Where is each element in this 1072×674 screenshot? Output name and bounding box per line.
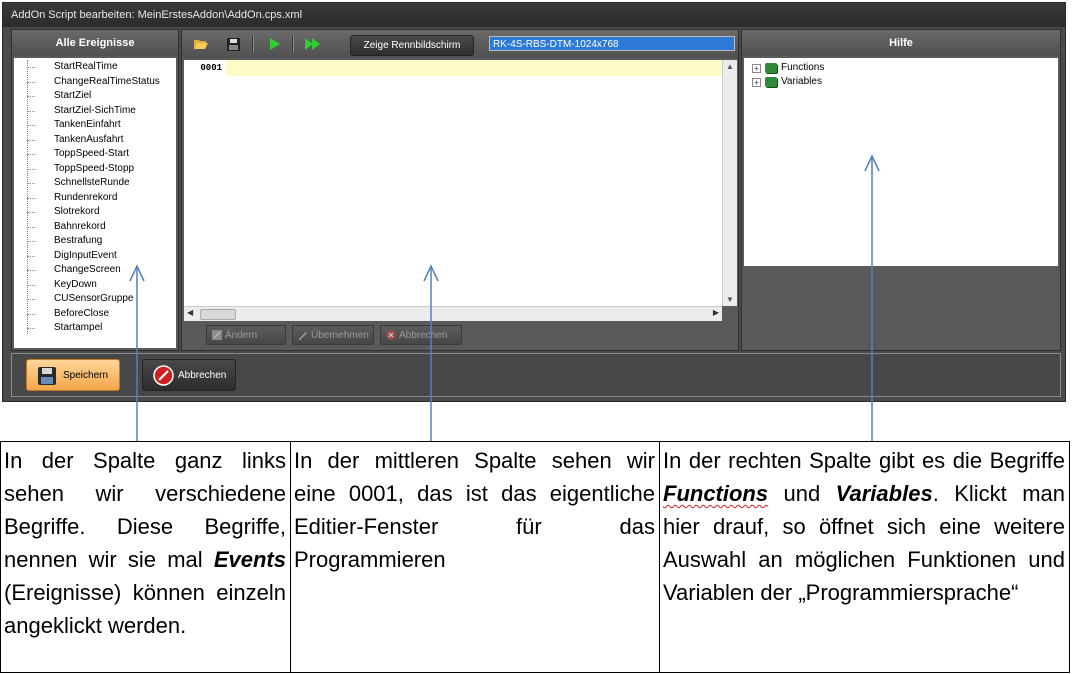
- description-text: In der rechten Spalte gibt es die Begrif…: [663, 448, 1065, 473]
- description-right: In der rechten Spalte gibt es die Begrif…: [660, 442, 1069, 672]
- variables-term: Variables: [835, 481, 933, 506]
- description-middle: In der mittleren Spalte sehen wir eine 0…: [291, 442, 660, 672]
- events-term: Events: [213, 547, 286, 572]
- description-table: In der Spalte ganz links sehen wir versc…: [0, 441, 1070, 673]
- description-text: In der mittleren Spalte sehen wir eine 0…: [294, 448, 655, 572]
- description-left: In der Spalte ganz links sehen wir versc…: [1, 442, 291, 672]
- description-text: und: [768, 481, 836, 506]
- description-text: (Ereignisse) können einzeln angeklickt w…: [4, 580, 286, 638]
- functions-term: Functions: [663, 481, 769, 506]
